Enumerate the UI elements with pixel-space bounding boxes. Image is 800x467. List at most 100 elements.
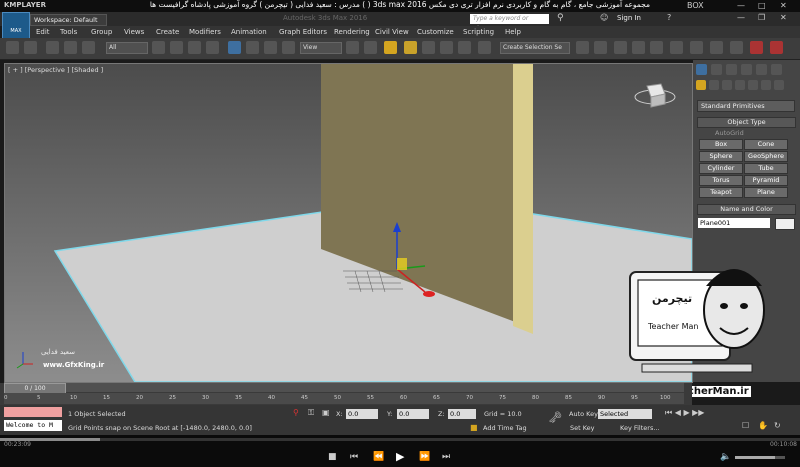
display-tab-icon[interactable] bbox=[756, 64, 767, 75]
geometry-icon[interactable] bbox=[696, 80, 706, 90]
cone-button[interactable]: Cone bbox=[744, 139, 788, 150]
sphere-button[interactable]: Sphere bbox=[699, 151, 743, 162]
torus-button[interactable]: Torus bbox=[699, 175, 743, 186]
spinner-snap-icon[interactable] bbox=[458, 41, 471, 54]
playback-controls[interactable]: ⏮ ◀ ▶ ▶▶ bbox=[665, 408, 704, 418]
layer-explorer-icon[interactable] bbox=[632, 41, 645, 54]
menu-civil-view[interactable]: Civil View bbox=[375, 28, 409, 36]
pyramid-button[interactable]: Pyramid bbox=[744, 175, 788, 186]
help-icon[interactable]: ? bbox=[667, 13, 671, 22]
window-crossing-icon[interactable] bbox=[206, 41, 219, 54]
shapes-icon[interactable] bbox=[709, 80, 719, 90]
minimize-icon[interactable]: — bbox=[737, 1, 745, 10]
seek-bar[interactable] bbox=[0, 438, 800, 441]
percent-snap-icon[interactable] bbox=[440, 41, 453, 54]
angle-snap-icon[interactable] bbox=[422, 41, 435, 54]
render-production-icon[interactable] bbox=[750, 41, 763, 54]
rewind-icon[interactable]: ⏪ bbox=[373, 452, 384, 462]
volume-slider[interactable] bbox=[735, 456, 785, 459]
keyboard-shortcut-override-icon[interactable] bbox=[384, 41, 397, 54]
cameras-icon[interactable] bbox=[735, 80, 745, 90]
systems-icon[interactable] bbox=[774, 80, 784, 90]
primitive-category-dropdown[interactable]: Standard Primitives bbox=[697, 100, 795, 112]
zoom-extents-icon[interactable]: ☐ bbox=[742, 421, 749, 430]
selection-filter-dropdown[interactable]: All bbox=[106, 42, 148, 54]
menu-customize[interactable]: Customize bbox=[417, 28, 454, 36]
scale-icon[interactable] bbox=[264, 41, 277, 54]
previous-icon[interactable]: ⏮ bbox=[350, 452, 358, 462]
search-icon[interactable]: ⚲ bbox=[557, 13, 564, 23]
box-button[interactable]: Box bbox=[699, 139, 743, 150]
reference-coord-dropdown[interactable]: View bbox=[300, 42, 342, 54]
move-icon[interactable] bbox=[228, 41, 241, 54]
place-icon[interactable] bbox=[282, 41, 295, 54]
track-bar[interactable]: 0 5 10 15 20 25 30 35 40 45 50 55 60 65 … bbox=[4, 393, 684, 404]
wall-plane-edge[interactable] bbox=[513, 64, 533, 334]
unlink-icon[interactable] bbox=[64, 41, 77, 54]
teapot-button[interactable]: Teapot bbox=[699, 187, 743, 198]
undo-icon[interactable] bbox=[6, 41, 19, 54]
utilities-tab-icon[interactable] bbox=[771, 64, 782, 75]
selection-lock-icon[interactable]: ⚿ bbox=[308, 408, 314, 418]
absolute-mode-icon[interactable]: ▣ bbox=[322, 408, 330, 417]
hierarchy-tab-icon[interactable] bbox=[726, 64, 737, 75]
maximize-icon[interactable]: □ bbox=[758, 1, 766, 10]
modify-tab-icon[interactable] bbox=[711, 64, 722, 75]
select-object-icon[interactable] bbox=[152, 41, 165, 54]
lights-icon[interactable] bbox=[722, 80, 732, 90]
menu-create[interactable]: Create bbox=[156, 28, 179, 36]
named-selection-set-dropdown[interactable]: Create Selection Se bbox=[500, 42, 570, 54]
isolate-selection-icon[interactable]: ⚲ bbox=[293, 408, 299, 417]
viewcube-icon[interactable] bbox=[634, 83, 676, 108]
menu-modifiers[interactable]: Modifiers bbox=[189, 28, 221, 36]
set-key-key-icon[interactable]: 🗝 bbox=[548, 411, 562, 424]
select-by-name-icon[interactable] bbox=[170, 41, 183, 54]
cylinder-button[interactable]: Cylinder bbox=[699, 163, 743, 174]
render-setup-icon[interactable] bbox=[710, 41, 723, 54]
menu-graph-editors[interactable]: Graph Editors bbox=[279, 28, 327, 36]
play-icon[interactable]: ▶ bbox=[396, 450, 404, 463]
rendered-frame-window-icon[interactable] bbox=[730, 41, 743, 54]
mirror-icon[interactable] bbox=[576, 41, 589, 54]
key-mode-dropdown[interactable]: Selected bbox=[598, 409, 652, 419]
z-coordinate-field[interactable]: 0.0 bbox=[448, 409, 476, 419]
volume-icon[interactable]: 🔈 bbox=[720, 452, 731, 462]
add-time-tag[interactable]: Add Time Tag bbox=[483, 424, 527, 432]
stop-icon[interactable]: ■ bbox=[328, 452, 337, 462]
snaps-toggle-icon[interactable] bbox=[404, 41, 417, 54]
perspective-viewport[interactable]: [ + ] [Perspective ] [Shaded ] سعید فدای… bbox=[4, 63, 693, 383]
sign-in-button[interactable]: Sign In bbox=[617, 14, 641, 22]
scene-explorer-icon[interactable] bbox=[614, 41, 627, 54]
max-close-icon[interactable]: ✕ bbox=[780, 13, 787, 22]
time-tag-icon[interactable]: ■ bbox=[470, 423, 478, 432]
curve-editor-icon[interactable] bbox=[650, 41, 663, 54]
key-filters-button[interactable]: Key Filters... bbox=[620, 424, 660, 432]
menu-edit[interactable]: Edit bbox=[36, 28, 50, 36]
rotate-icon[interactable] bbox=[246, 41, 259, 54]
object-color-swatch[interactable] bbox=[775, 218, 795, 230]
orbit-icon[interactable]: ↻ bbox=[774, 421, 781, 430]
plane-button[interactable]: Plane bbox=[744, 187, 788, 198]
space-warps-icon[interactable] bbox=[761, 80, 771, 90]
auto-key-button[interactable]: Auto Key bbox=[569, 410, 598, 418]
object-type-rollout[interactable]: Object Type bbox=[697, 117, 796, 128]
link-icon[interactable] bbox=[46, 41, 59, 54]
next-icon[interactable]: ⏭ bbox=[442, 452, 450, 462]
max-minimize-icon[interactable]: — bbox=[737, 13, 745, 22]
maxscript-listener-pink[interactable] bbox=[4, 407, 62, 417]
menu-group[interactable]: Group bbox=[91, 28, 112, 36]
bind-space-warp-icon[interactable] bbox=[82, 41, 95, 54]
helpers-icon[interactable] bbox=[748, 80, 758, 90]
render-iterative-icon[interactable] bbox=[770, 41, 783, 54]
redo-icon[interactable] bbox=[24, 41, 37, 54]
max-restore-icon[interactable]: ❐ bbox=[758, 13, 765, 22]
schematic-view-icon[interactable] bbox=[670, 41, 683, 54]
app-menu-button[interactable]: MAX bbox=[2, 12, 30, 40]
autogrid-checkbox[interactable]: AutoGrid bbox=[715, 129, 744, 137]
motion-tab-icon[interactable] bbox=[741, 64, 752, 75]
time-slider[interactable]: 0 / 100 bbox=[4, 383, 684, 394]
material-editor-icon[interactable] bbox=[690, 41, 703, 54]
edit-named-selection-icon[interactable] bbox=[478, 41, 491, 54]
forward-icon[interactable]: ⏩ bbox=[419, 452, 430, 462]
geosphere-button[interactable]: GeoSphere bbox=[744, 151, 788, 162]
